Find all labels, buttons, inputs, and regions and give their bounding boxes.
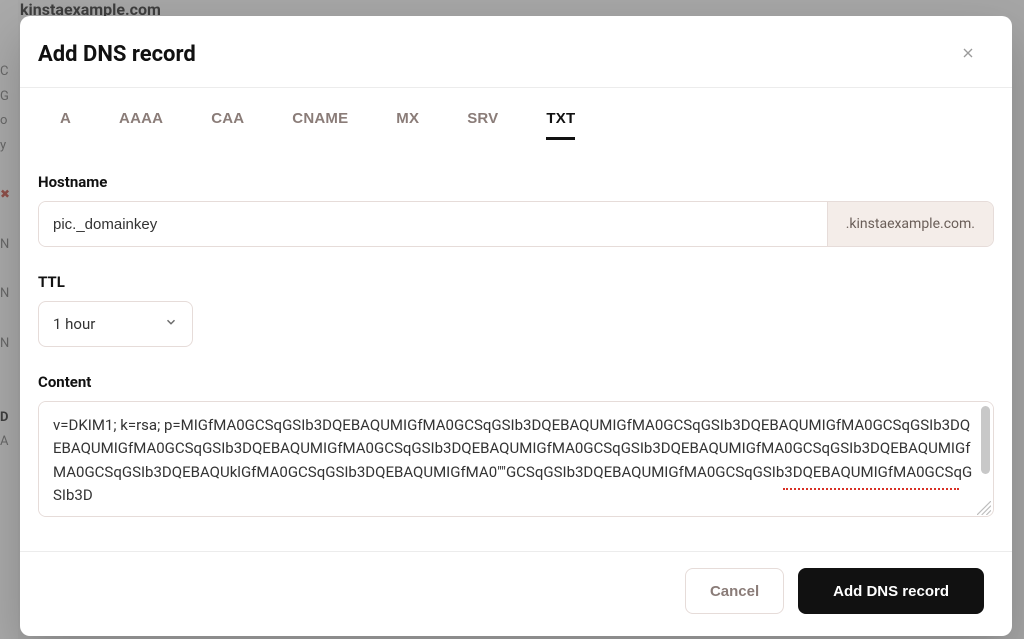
- tab-mx[interactable]: MX: [396, 110, 419, 137]
- content-label: Content: [38, 373, 994, 391]
- modal-title: Add DNS record: [38, 42, 196, 67]
- ttl-field: TTL 1 hour: [38, 273, 994, 347]
- cancel-button[interactable]: Cancel: [685, 568, 784, 614]
- tab-a[interactable]: A: [60, 110, 71, 137]
- ttl-label: TTL: [38, 273, 994, 291]
- content-field: Content: [38, 373, 994, 517]
- modal-body: A AAAA CAA CNAME MX SRV TXT Hostname .ki…: [20, 87, 1012, 552]
- modal-footer: Cancel Add DNS record: [20, 552, 1012, 636]
- content-textarea[interactable]: [39, 402, 993, 516]
- record-type-tabs: A AAAA CAA CNAME MX SRV TXT: [38, 88, 994, 147]
- hostname-input-wrap: .kinstaexample.com.: [38, 201, 994, 247]
- scrollbar-thumb[interactable]: [981, 406, 990, 474]
- ttl-value: 1 hour: [53, 315, 95, 333]
- tab-aaaa[interactable]: AAAA: [119, 110, 163, 137]
- tab-txt[interactable]: TXT: [546, 110, 575, 140]
- tab-srv[interactable]: SRV: [467, 110, 498, 137]
- add-dns-record-button[interactable]: Add DNS record: [798, 568, 984, 614]
- close-button[interactable]: [956, 43, 980, 67]
- ttl-select[interactable]: 1 hour: [38, 301, 193, 347]
- resize-handle-icon[interactable]: [977, 500, 991, 514]
- hostname-suffix: .kinstaexample.com.: [827, 202, 993, 246]
- modal-header: Add DNS record: [20, 16, 1012, 87]
- content-textarea-wrap: [38, 401, 994, 517]
- chevron-down-icon: [164, 315, 178, 333]
- hostname-input[interactable]: [39, 202, 827, 246]
- tab-cname[interactable]: CNAME: [292, 110, 348, 137]
- hostname-field: Hostname .kinstaexample.com.: [38, 173, 994, 247]
- tab-caa[interactable]: CAA: [211, 110, 244, 137]
- add-dns-record-modal: Add DNS record A AAAA CAA CNAME MX SRV T…: [20, 16, 1012, 636]
- hostname-label: Hostname: [38, 173, 994, 191]
- close-icon: [960, 45, 976, 64]
